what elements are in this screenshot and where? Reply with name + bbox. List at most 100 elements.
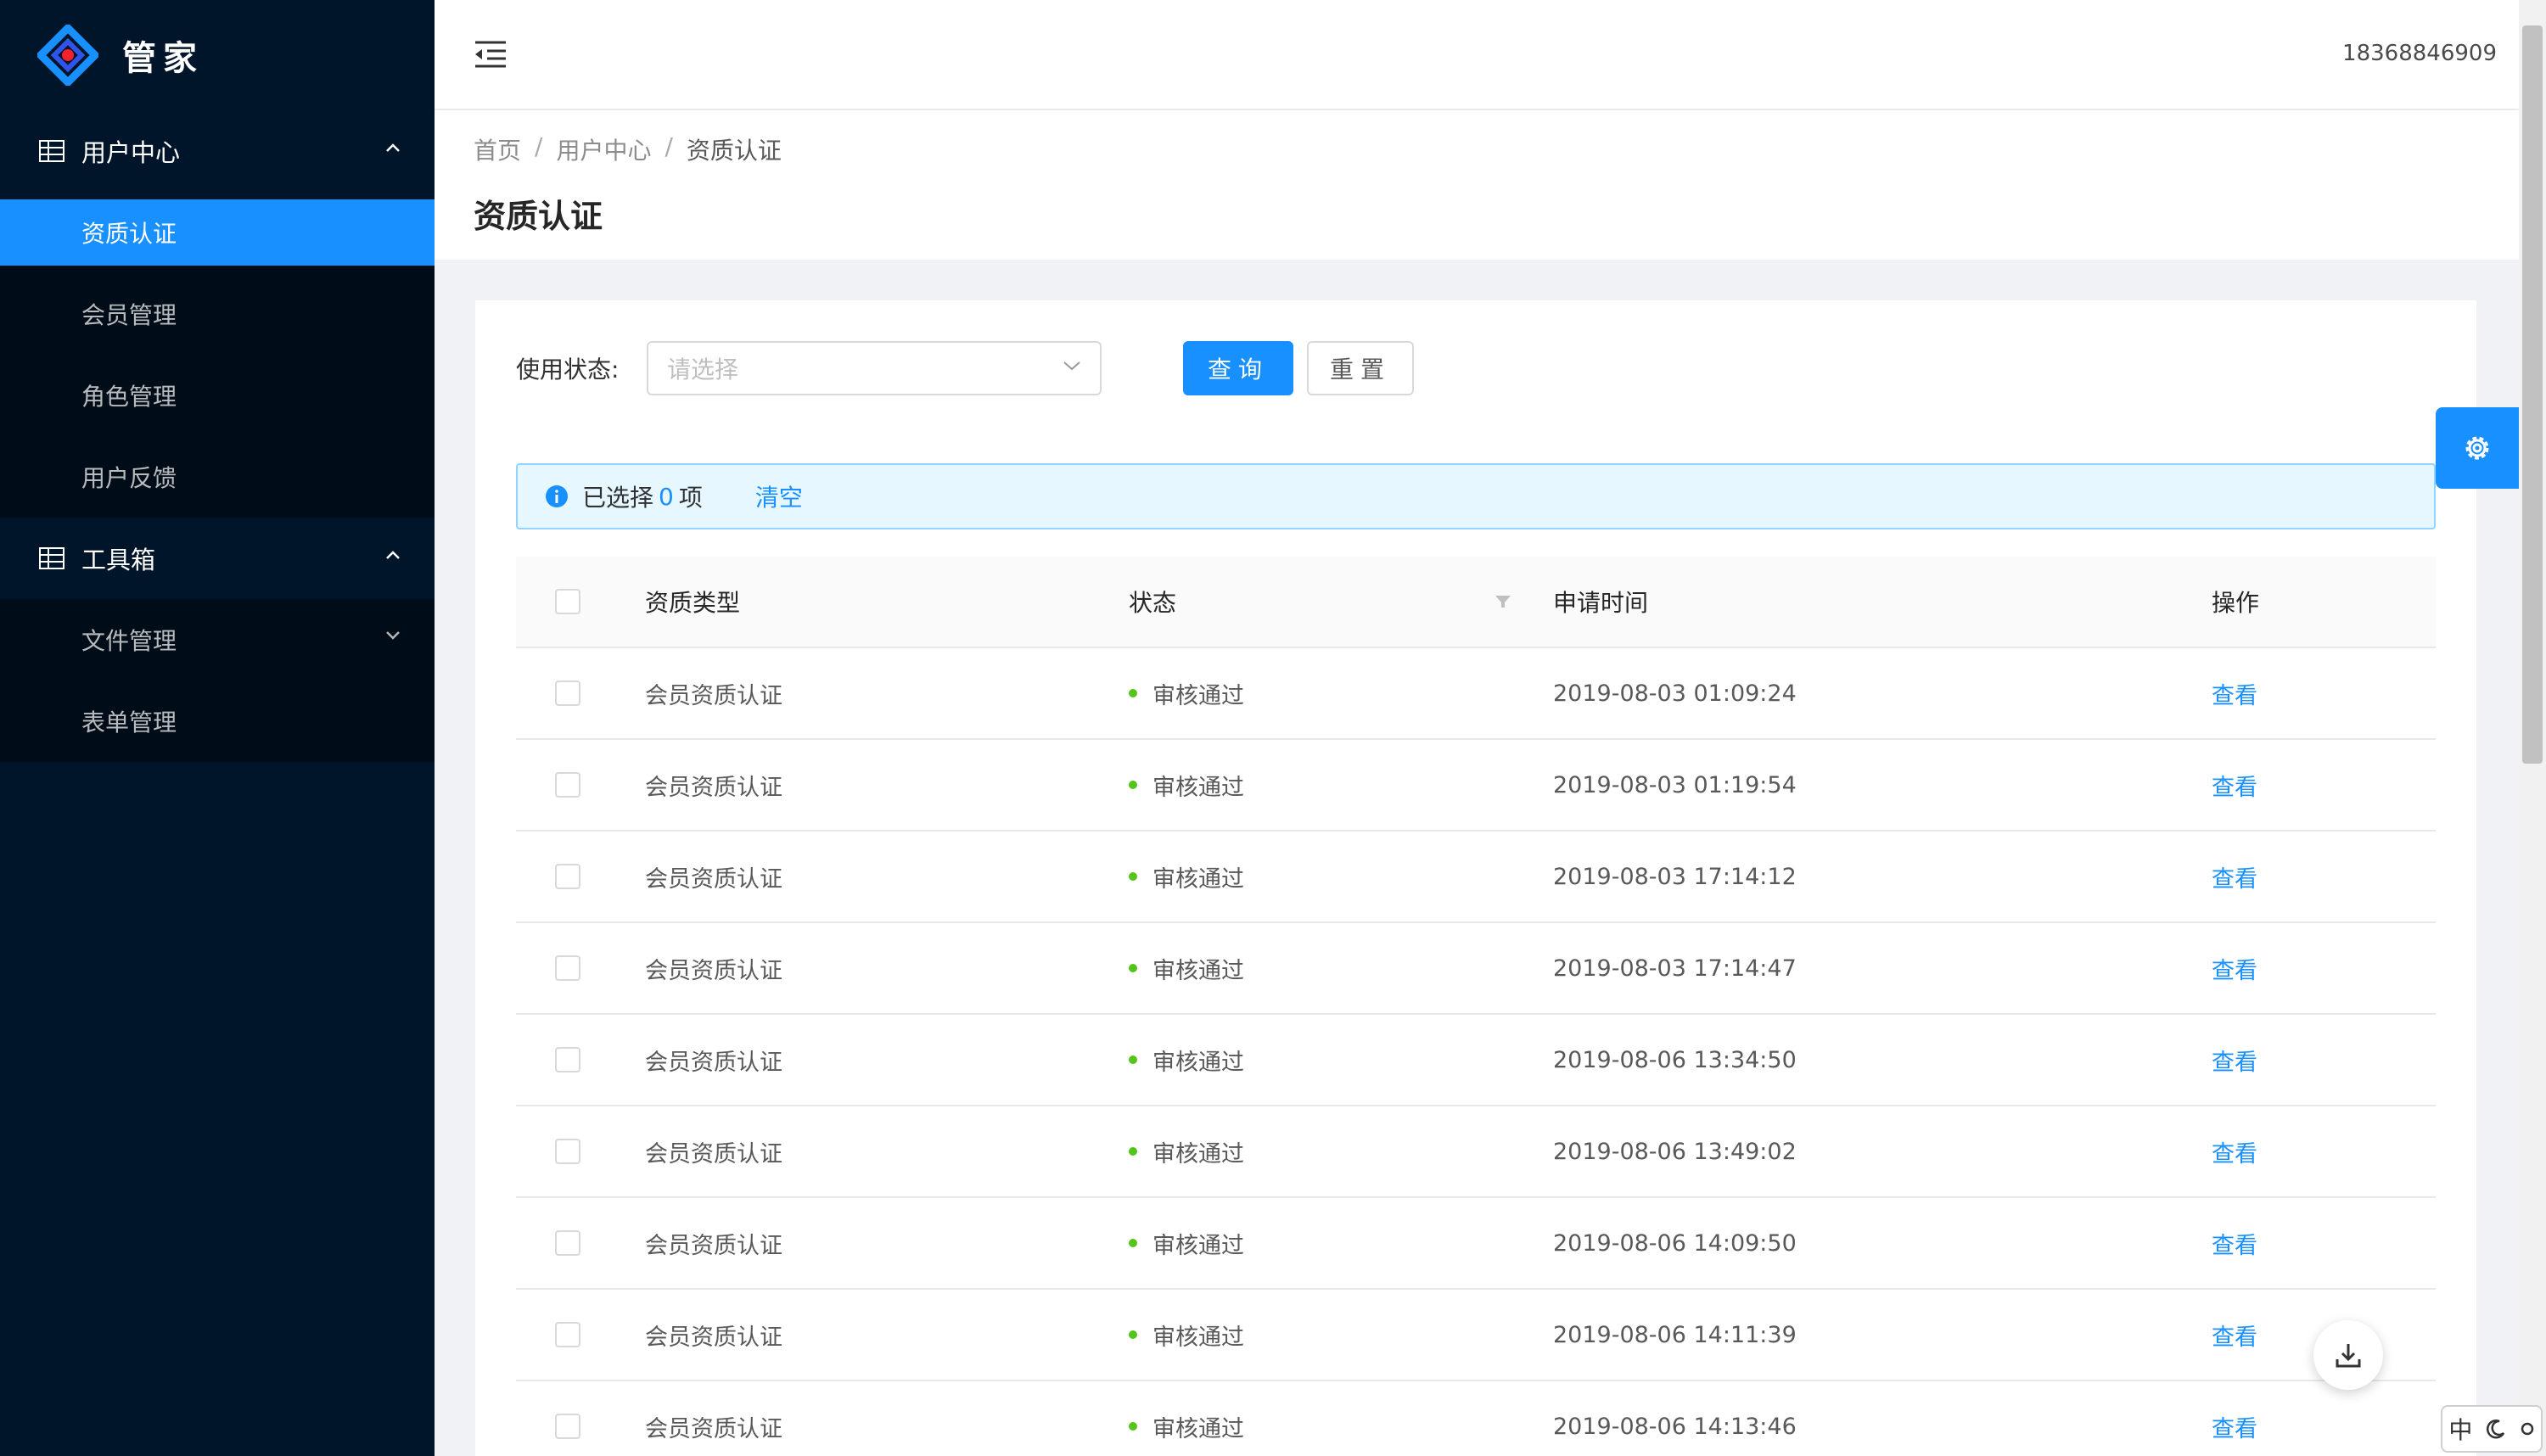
status-dot (1129, 689, 1137, 697)
row-checkbox[interactable] (555, 1414, 580, 1439)
sidebar-item-roles[interactable]: 角色管理 (0, 355, 435, 436)
sidebar-item-feedback[interactable]: 用户反馈 (0, 436, 435, 518)
sidebar-item-qualification[interactable]: 资质认证 (0, 199, 435, 266)
cell-status: 审核通过 (1129, 1319, 1553, 1352)
view-link[interactable]: 查看 (2212, 775, 2257, 801)
breadcrumb-home[interactable]: 首页 (474, 132, 521, 166)
view-link[interactable]: 查看 (2212, 1141, 2257, 1168)
status-select-placeholder: 请选择 (667, 356, 739, 384)
cell-action: 查看 (2212, 769, 2436, 802)
row-select-cell (516, 1322, 645, 1347)
cell-time: 2019-08-03 01:09:24 (1553, 680, 1797, 707)
page-header: 首页 / 用户中心 / 资质认证 资质认证 (435, 110, 2519, 260)
menu-group-toolbox: 工具箱 文件管理 表单管理 (0, 518, 435, 762)
filter-icon[interactable] (1494, 592, 1512, 611)
cell-time: 2019-08-06 14:11:39 (1553, 1321, 1797, 1348)
row-checkbox[interactable] (555, 680, 580, 706)
chevron-down-icon (386, 631, 400, 640)
cell-time: 2019-08-06 13:34:50 (1553, 1046, 1797, 1073)
table-row: 会员资质认证 审核通过 2019-08-06 13:49:02 查看 (516, 1106, 2436, 1198)
menu-title-toolbox[interactable]: 工具箱 (0, 518, 435, 599)
column-header-type: 资质类型 (645, 589, 741, 617)
row-select-cell (516, 955, 645, 981)
status-text: 审核通过 (1152, 1140, 1244, 1168)
ime-toolbar[interactable]: 中 (2441, 1405, 2543, 1453)
status-text: 审核通过 (1152, 774, 1244, 801)
table-row: 会员资质认证 审核通过 2019-08-06 14:11:39 查看 (516, 1290, 2436, 1381)
status-dot (1129, 964, 1137, 972)
select-all-checkbox[interactable] (555, 589, 580, 614)
cell-status: 审核通过 (1129, 1410, 1553, 1443)
info-icon (546, 485, 568, 507)
submenu-user-center: 资质认证 会员管理 角色管理 用户反馈 (0, 199, 435, 518)
cell-time: 2019-08-06 14:09:50 (1553, 1229, 1797, 1257)
view-link[interactable]: 查看 (2212, 958, 2257, 984)
sidebar-item-forms[interactable]: 表单管理 (0, 680, 435, 762)
download-button[interactable] (2313, 1320, 2383, 1390)
sidebar-item-label: 资质认证 (81, 220, 177, 248)
table-icon (39, 140, 64, 162)
view-link[interactable]: 查看 (2212, 866, 2257, 893)
logo[interactable]: 管家 (0, 0, 435, 110)
cell-status: 审核通过 (1129, 1227, 1553, 1260)
row-checkbox[interactable] (555, 955, 580, 981)
row-checkbox[interactable] (555, 1139, 580, 1164)
status-dot (1129, 872, 1137, 881)
cell-time: 2019-08-06 14:13:46 (1553, 1413, 1797, 1440)
cell-type: 会员资质认证 (645, 1140, 782, 1168)
sidebar-item-label: 用户反馈 (81, 464, 177, 492)
scrollbar-thumb[interactable] (2522, 25, 2543, 764)
view-link[interactable]: 查看 (2212, 1324, 2257, 1351)
status-text: 审核通过 (1152, 682, 1244, 709)
chevron-down-icon (1063, 361, 1080, 371)
view-link[interactable]: 查看 (2212, 1050, 2257, 1076)
breadcrumb-user-center[interactable]: 用户中心 (556, 132, 651, 166)
sidebar-item-label: 表单管理 (81, 708, 177, 736)
status-text: 审核通过 (1152, 957, 1244, 984)
view-link[interactable]: 查看 (2212, 1416, 2257, 1442)
row-select-cell (516, 772, 645, 798)
status-text: 审核通过 (1152, 1324, 1244, 1351)
cell-action: 查看 (2212, 677, 2436, 710)
menu-fold-icon[interactable] (474, 39, 508, 70)
menu-title-user-center[interactable]: 用户中心 (0, 110, 435, 192)
table-row: 会员资质认证 审核通过 2019-08-06 13:34:50 查看 (516, 1015, 2436, 1106)
reset-button[interactable]: 重置 (1307, 341, 1414, 395)
query-button[interactable]: 查询 (1183, 341, 1293, 395)
status-filter-label: 使用状态: (516, 356, 620, 384)
cell-type: 会员资质认证 (645, 1324, 782, 1351)
cell-status: 审核通过 (1129, 1135, 1553, 1168)
row-checkbox[interactable] (555, 1322, 580, 1347)
row-select-cell (516, 1414, 645, 1439)
status-select[interactable]: 请选择 (647, 341, 1102, 395)
cell-type: 会员资质认证 (645, 957, 782, 984)
view-link[interactable]: 查看 (2212, 1233, 2257, 1259)
clear-selection-link[interactable]: 清空 (755, 479, 803, 513)
logo-icon (37, 25, 98, 86)
user-account[interactable]: 18368846909 (2342, 41, 2497, 66)
breadcrumb-separator: / (535, 132, 543, 160)
cell-type: 会员资质认证 (645, 774, 782, 801)
chevron-up-icon (386, 551, 400, 559)
status-text: 审核通过 (1152, 1232, 1244, 1259)
cell-time: 2019-08-03 01:19:54 (1553, 771, 1797, 798)
row-select-cell (516, 1047, 645, 1072)
settings-drawer-button[interactable] (2436, 407, 2519, 489)
ime-mode[interactable]: 中 (2448, 1412, 2472, 1446)
cell-action: 查看 (2212, 1044, 2436, 1077)
row-checkbox[interactable] (555, 864, 580, 889)
sidebar-item-files[interactable]: 文件管理 (0, 599, 435, 680)
page-scrollbar[interactable] (2519, 0, 2546, 1456)
view-link[interactable]: 查看 (2212, 683, 2257, 709)
row-checkbox[interactable] (555, 772, 580, 798)
cell-status: 审核通过 (1129, 952, 1553, 985)
page-title: 资质认证 (474, 198, 603, 235)
cell-action: 查看 (2212, 1135, 2436, 1168)
row-checkbox[interactable] (555, 1230, 580, 1256)
status-dot (1129, 1056, 1137, 1064)
cell-action: 查看 (2212, 1410, 2436, 1443)
row-checkbox[interactable] (555, 1047, 580, 1072)
status-text: 审核通过 (1152, 1415, 1244, 1442)
content-card: 使用状态: 请选择 查询 重置 已选择 0 项 清空 资质类型 状态 申请时间 … (475, 300, 2476, 1456)
sidebar-item-members[interactable]: 会员管理 (0, 273, 435, 355)
